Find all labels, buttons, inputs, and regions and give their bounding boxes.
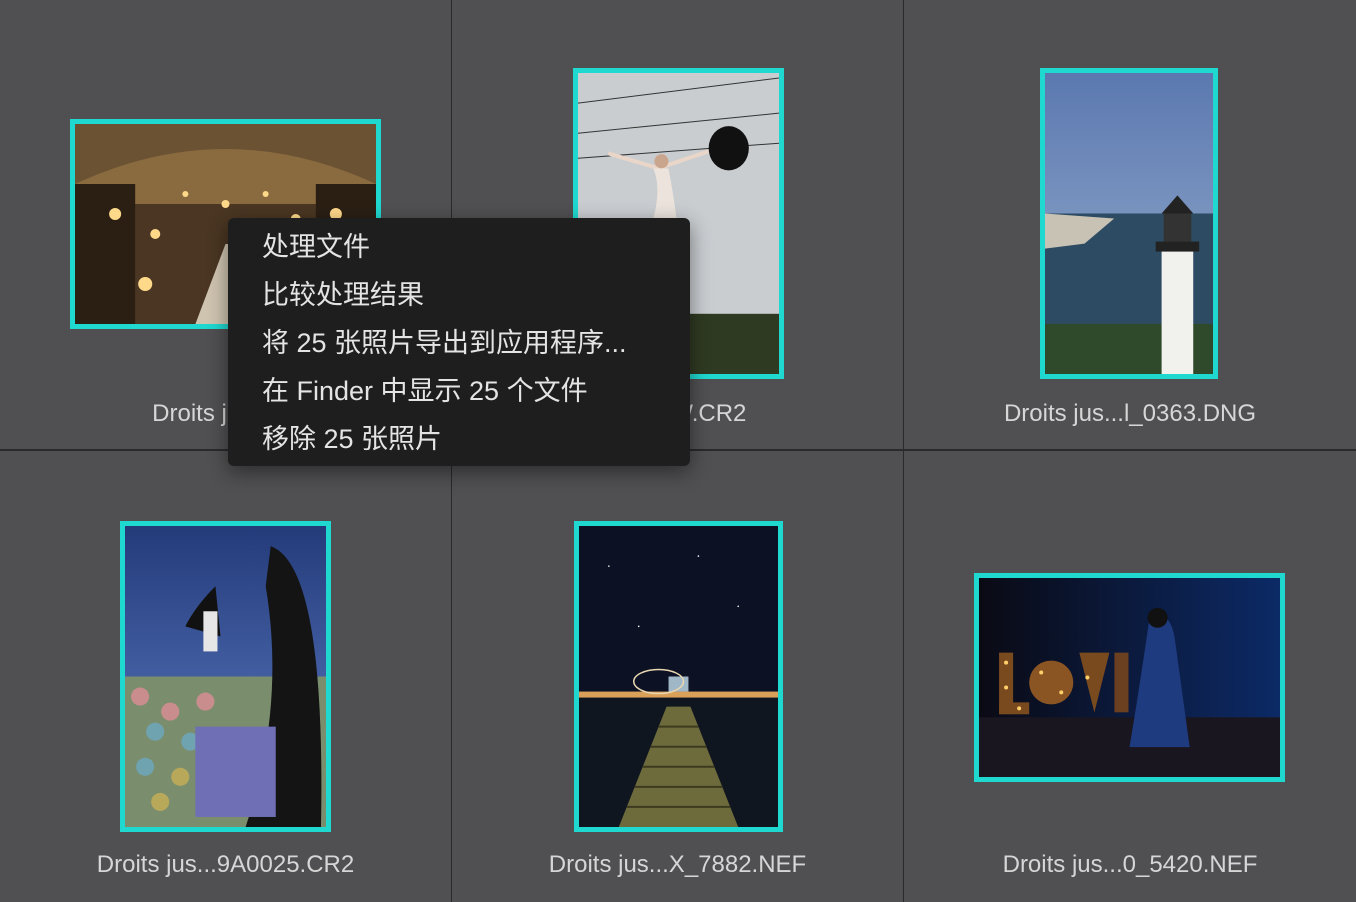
menu-item-export-to-app[interactable]: 将 25 张照片导出到应用程序... <box>228 324 690 372</box>
menu-item-remove-photos[interactable]: 移除 25 张照片 <box>228 420 690 468</box>
girl-wind-thumbnail[interactable] <box>120 521 331 832</box>
pier-night-thumbnail[interactable] <box>574 521 783 832</box>
photo-cell[interactable]: Droits jus...0_5420.NEF <box>904 451 1356 902</box>
love-lights-thumbnail[interactable] <box>974 573 1285 782</box>
context-menu: 处理文件 比较处理结果 将 25 张照片导出到应用程序... 在 Finder … <box>228 218 690 466</box>
menu-item-process-files[interactable]: 处理文件 <box>228 228 690 276</box>
thumbnail-filename: Droits jus...0_5420.NEF <box>1002 851 1258 878</box>
girl-wind-photo <box>125 526 326 827</box>
photo-cell[interactable]: Droits jus...l_0363.DNG <box>904 0 1356 449</box>
pier-night-photo <box>579 526 778 827</box>
lighthouse-thumbnail[interactable] <box>1040 68 1218 379</box>
menu-item-show-in-finder[interactable]: 在 Finder 中显示 25 个文件 <box>228 372 690 420</box>
photo-cell[interactable]: Droits jus...9A0025.CR2 <box>0 451 451 902</box>
photo-cell[interactable]: Droits jus...X_7882.NEF <box>452 451 903 902</box>
thumbnail-filename: Droits jus...X_7882.NEF <box>548 851 807 878</box>
love-lights-photo <box>979 578 1280 777</box>
thumbnail-filename: Droits jus...9A0025.CR2 <box>96 851 355 878</box>
lighthouse-photo <box>1045 73 1213 374</box>
menu-item-compare-results[interactable]: 比较处理结果 <box>228 276 690 324</box>
thumbnail-filename: Droits jus...l_0363.DNG <box>1003 400 1257 427</box>
